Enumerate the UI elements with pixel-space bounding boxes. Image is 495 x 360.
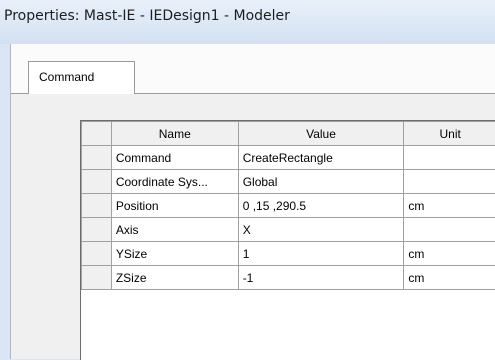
table-row[interactable]: ZSize -1 cm [82,266,495,290]
properties-grid: Name Value Unit Command CreateRectangle [80,120,495,360]
property-name: ZSize [111,266,238,290]
property-name: Position [111,194,238,218]
column-header-unit[interactable]: Unit [404,122,495,146]
tab-command-label: Command [39,70,94,84]
dialog-client-area: Command Name Value Unit [10,44,495,359]
property-value[interactable]: X [238,218,404,242]
tab-strip: Command [11,44,495,94]
table-row[interactable]: YSize 1 cm [82,242,495,266]
row-selector[interactable] [82,218,112,242]
row-selector[interactable] [82,146,112,170]
property-name: Axis [111,218,238,242]
property-unit[interactable] [404,146,495,170]
tab-panel: Name Value Unit Command CreateRectangle [11,94,495,359]
property-unit[interactable] [404,218,495,242]
table-row[interactable]: Coordinate Sys... Global [82,170,495,194]
property-name: Command [111,146,238,170]
property-value[interactable]: -1 [238,266,404,290]
property-unit[interactable]: cm [404,242,495,266]
property-unit[interactable] [404,170,495,194]
row-selector[interactable] [82,266,112,290]
property-name: Coordinate Sys... [111,170,238,194]
window-title: Properties: Mast-IE - IEDesign1 - Modele… [4,8,290,24]
header-row: Name Value Unit [82,122,495,146]
row-selector[interactable] [82,194,112,218]
property-unit[interactable]: cm [404,194,495,218]
properties-table: Name Value Unit Command CreateRectangle [81,121,495,290]
property-value[interactable]: CreateRectangle [238,146,404,170]
table-row[interactable]: Position 0 ,15 ,290.5 cm [82,194,495,218]
column-header-value[interactable]: Value [238,122,404,146]
property-value[interactable]: Global [238,170,404,194]
property-value[interactable]: 0 ,15 ,290.5 [238,194,404,218]
title-bar: Properties: Mast-IE - IEDesign1 - Modele… [0,0,495,44]
row-header-corner [82,122,112,146]
table-row[interactable]: Command CreateRectangle [82,146,495,170]
property-unit[interactable]: cm [404,266,495,290]
tab-command[interactable]: Command [28,61,135,94]
row-selector[interactable] [82,242,112,266]
column-header-name[interactable]: Name [111,122,238,146]
table-row[interactable]: Axis X [82,218,495,242]
property-name: YSize [111,242,238,266]
property-value[interactable]: 1 [238,242,404,266]
row-selector[interactable] [82,170,112,194]
